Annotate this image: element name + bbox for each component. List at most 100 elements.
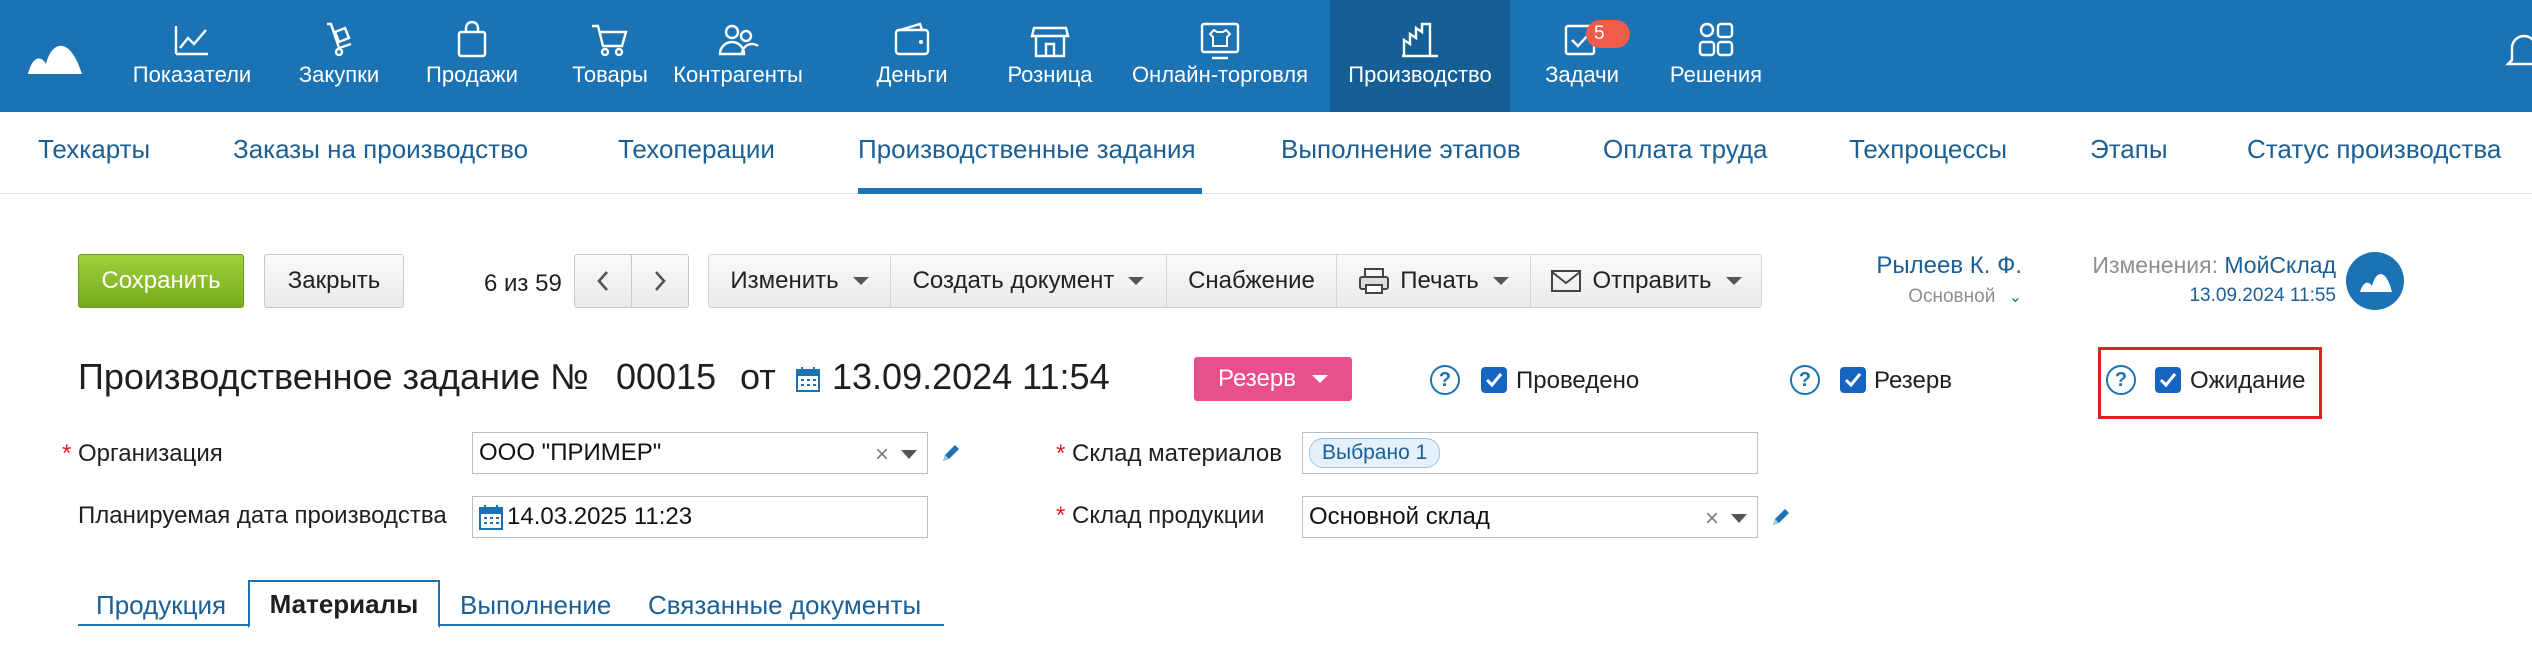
chevron-left-icon <box>597 271 608 291</box>
chevron-down-icon <box>1128 277 1145 285</box>
shopping-bag-icon <box>457 20 487 58</box>
current-user[interactable]: Рылеев К. Ф. Основной ⌄ <box>1876 252 2022 308</box>
save-button[interactable]: Сохранить <box>78 254 244 308</box>
nav-item-label: Деньги <box>876 62 948 87</box>
print-dropdown-button[interactable]: Печать <box>1336 254 1530 308</box>
nav-item-solutions[interactable]: Решения <box>1664 0 1768 112</box>
reserve-button-label: Резерв <box>1218 365 1296 392</box>
products-warehouse-label: * Склад продукции <box>1056 502 1265 529</box>
nav-item-label: Контрагенты <box>673 62 803 87</box>
nav-item-label: Онлайн-торговля <box>1131 62 1309 87</box>
subnav-production-orders[interactable]: Заказы на производство <box>233 134 528 165</box>
next-record-button[interactable] <box>631 254 689 308</box>
waiting-checkbox[interactable] <box>2155 367 2181 393</box>
tab-materials[interactable]: Материалы <box>248 580 440 628</box>
supply-button[interactable]: Снабжение <box>1166 254 1336 308</box>
tab-execution[interactable]: Выполнение <box>460 590 611 621</box>
planned-date-label: Планируемая дата производства <box>78 502 447 529</box>
nav-item-sales[interactable]: Продажи <box>416 0 528 112</box>
previous-record-button[interactable] <box>574 254 632 308</box>
moysklad-logo-icon[interactable] <box>26 34 84 78</box>
nav-item-tasks[interactable]: 5 Задачи <box>1540 0 1630 112</box>
create-document-dropdown-button[interactable]: Создать документ <box>890 254 1166 308</box>
help-icon[interactable]: ? <box>1430 365 1460 395</box>
products-warehouse-value: Основной склад <box>1309 503 1490 530</box>
organization-select[interactable]: ООО "ПРИМЕР" × <box>472 432 928 474</box>
send-button-label: Отправить <box>1592 267 1712 294</box>
tshirt-screen-icon <box>1200 22 1240 60</box>
chevron-down-icon[interactable] <box>901 450 917 459</box>
changes-by-link[interactable]: МойСклад <box>2224 252 2336 278</box>
nav-item-contractors[interactable]: Контрагенты <box>673 0 803 112</box>
planned-date-input[interactable]: 14.03.2025 11:23 <box>472 496 928 538</box>
chevron-down-icon <box>852 277 869 285</box>
nav-item-label: Показатели <box>132 62 252 87</box>
tab-products[interactable]: Продукция <box>96 590 226 621</box>
subnav-payroll[interactable]: Оплата труда <box>1603 134 1768 165</box>
cart-icon <box>592 24 628 57</box>
bell-icon[interactable] <box>2504 28 2532 72</box>
nav-item-label: Задачи <box>1545 62 1619 87</box>
chevron-down-icon: ⌄ <box>2008 289 2022 306</box>
document-number-field[interactable]: 00015 <box>616 356 716 398</box>
check-icon <box>2159 373 2177 388</box>
nav-item-retail[interactable]: Розница <box>1000 0 1100 112</box>
apps-grid-icon <box>1698 22 1734 57</box>
help-icon[interactable]: ? <box>1790 365 1820 395</box>
subnav-tech-operations[interactable]: Техоперации <box>618 134 775 165</box>
print-button-label: Печать <box>1400 267 1479 294</box>
nav-item-label: Товары <box>572 62 648 87</box>
nav-item-label: Розница <box>1007 62 1093 87</box>
posted-checkbox-label: Проведено <box>1516 367 1640 394</box>
calendar-icon[interactable] <box>479 504 503 530</box>
tasks-badge: 5 <box>1586 20 1630 48</box>
clear-icon[interactable]: × <box>1705 505 1719 533</box>
products-warehouse-select[interactable]: Основной склад × <box>1302 496 1758 538</box>
supply-button-label: Снабжение <box>1188 267 1315 294</box>
send-dropdown-button[interactable]: Отправить <box>1530 254 1762 308</box>
active-subnav-indicator <box>858 188 1202 194</box>
organization-label: * Организация <box>62 440 223 467</box>
edit-dropdown-button[interactable]: Изменить <box>708 254 890 308</box>
moysklad-logo-icon <box>2360 273 2392 292</box>
chevron-right-icon <box>655 271 666 291</box>
subnav-production-status[interactable]: Статус производства <box>2247 134 2501 165</box>
user-role: Основной ⌄ <box>1908 286 2022 307</box>
pencil-icon[interactable] <box>1770 506 1792 528</box>
changes-info: Изменения: МойСклад 13.09.2024 11:55 <box>2078 252 2336 307</box>
check-icon <box>1844 373 1862 388</box>
chevron-down-icon[interactable] <box>1731 514 1747 523</box>
chevron-down-icon <box>1492 277 1509 285</box>
help-icon[interactable]: ? <box>2106 365 2136 395</box>
posted-checkbox[interactable] <box>1481 367 1507 393</box>
reserve-dropdown-button[interactable]: Резерв <box>1194 357 1352 401</box>
subnav-stages[interactable]: Этапы <box>2090 134 2168 165</box>
reserve-checkbox[interactable] <box>1840 367 1866 393</box>
nav-item-indicators[interactable]: Показатели <box>122 0 262 112</box>
nav-item-production[interactable]: Производство <box>1330 0 1510 112</box>
document-date-field[interactable]: 13.09.2024 11:54 <box>832 356 1110 398</box>
subnav-production-tasks[interactable]: Производственные задания <box>858 134 1196 165</box>
tab-related-documents[interactable]: Связанные документы <box>648 590 921 621</box>
changes-by-line: Изменения: МойСклад <box>2092 252 2336 278</box>
nav-item-purchases[interactable]: Закупки <box>284 0 394 112</box>
record-counter: 6 из 59 <box>484 270 562 297</box>
subnav-tech-processes[interactable]: Техпроцессы <box>1849 134 2007 165</box>
edit-button-label: Изменить <box>730 267 839 294</box>
materials-warehouse-select[interactable]: Выбрано 1 <box>1302 432 1758 474</box>
nav-item-goods[interactable]: Товары <box>552 0 668 112</box>
selected-count-tag[interactable]: Выбрано 1 <box>1309 438 1441 468</box>
calendar-icon[interactable] <box>796 366 820 392</box>
nav-item-online-trade[interactable]: Онлайн-торговля <box>1128 0 1312 112</box>
wallet-icon <box>894 22 930 56</box>
clear-icon[interactable]: × <box>875 441 889 469</box>
chevron-down-icon <box>1311 375 1328 383</box>
close-button[interactable]: Закрыть <box>264 254 404 308</box>
nav-item-label: Продажи <box>426 62 518 87</box>
pencil-icon[interactable] <box>940 442 962 464</box>
nav-item-money[interactable]: Деньги <box>870 0 954 112</box>
subnav-techcards[interactable]: Техкарты <box>38 134 150 165</box>
avatar[interactable] <box>2346 252 2404 310</box>
nav-item-label: Производство <box>1348 62 1492 87</box>
subnav-stage-completion[interactable]: Выполнение этапов <box>1281 134 1521 165</box>
